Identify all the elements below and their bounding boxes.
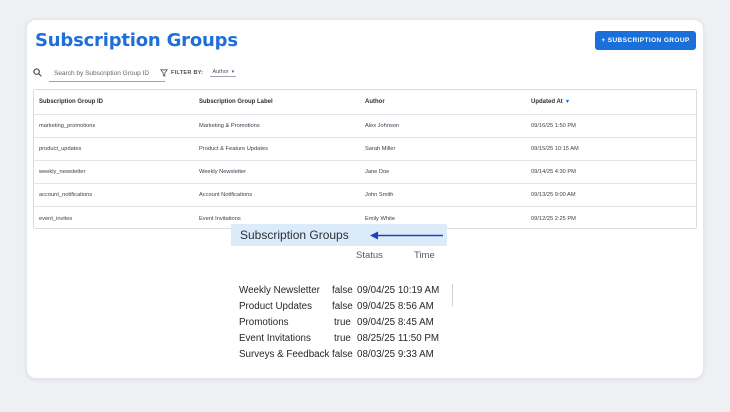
cell-author: Jane Doe: [365, 169, 390, 175]
cell-group-label: Account Notifications: [199, 192, 253, 198]
inset-item-time: 09/04/25 10:19 AM: [357, 285, 440, 296]
cell-group-id: event_invites: [39, 215, 73, 222]
funnel-icon: [160, 69, 168, 77]
inset-item-name: Surveys & Feedback: [239, 349, 330, 360]
inset-item-name: Promotions: [239, 317, 289, 328]
filter-author-select[interactable]: Author ▾: [210, 69, 237, 77]
cell-group-label: Weekly Newsletter: [199, 169, 246, 175]
inset-item-time: 08/03/25 9:33 AM: [357, 349, 434, 360]
header-updated-at[interactable]: Updated At ▼: [531, 99, 691, 105]
inset-col-status: Status: [356, 250, 383, 261]
cell-author: John Smith: [365, 192, 394, 198]
table-row[interactable]: account_notifications Account Notificati…: [34, 184, 696, 207]
cell-group-id: product_updates: [39, 146, 82, 152]
table-header: Subscription Group ID Subscription Group…: [34, 90, 696, 115]
inset-divider: [452, 284, 453, 306]
inset-item-status: false: [332, 301, 353, 312]
inset-item-time: 09/04/25 8:56 AM: [357, 301, 434, 312]
table-row[interactable]: marketing_promotions Marketing & Promoti…: [34, 115, 696, 138]
inset-item-time: 09/04/25 8:45 AM: [357, 317, 434, 328]
cell-group-id: weekly_newsletter: [39, 169, 86, 175]
search-bar: [33, 65, 165, 82]
cell-group-label: Marketing & Promotions: [199, 123, 260, 129]
inset-item-name: Event Invitations: [239, 333, 311, 344]
inset-item-name: Product Updates: [239, 301, 312, 312]
inset-item-time: 08/25/25 11:50 PM: [357, 333, 440, 344]
inset-item-status: false: [332, 285, 353, 296]
inset-item-status: false: [332, 349, 353, 360]
cell-group-id: marketing_promotions: [39, 123, 96, 129]
filter-label: FILTER BY:: [171, 70, 204, 76]
subscription-groups-table: Subscription Group ID Subscription Group…: [33, 89, 697, 229]
cell-updated-at: 09/12/25 2:25 PM: [531, 215, 576, 222]
page-title: Subscription Groups: [35, 30, 238, 51]
cell-group-id: account_notifications: [39, 192, 93, 198]
cell-group-label: Product & Feature Updates: [199, 146, 268, 152]
inset-col-time: Time: [414, 250, 435, 261]
search-icon: [33, 68, 42, 77]
inset-title-bar: Subscription Groups: [231, 224, 447, 246]
inset-item-name: Weekly Newsletter: [239, 285, 320, 296]
header-author[interactable]: Author: [365, 99, 531, 105]
table-row[interactable]: product_updates Product & Feature Update…: [34, 138, 696, 161]
inset-item-status: true: [334, 333, 351, 344]
left-arrow-icon: [370, 231, 443, 240]
header-updated-at-label: Updated At: [531, 99, 563, 105]
cell-updated-at: 09/15/25 10:15 AM: [531, 146, 579, 152]
cell-updated-at: 09/16/25 1:50 PM: [531, 123, 576, 129]
header-group-id[interactable]: Subscription Group ID: [34, 99, 199, 105]
search-input[interactable]: [49, 65, 165, 82]
filter-control: FILTER BY: Author ▾: [160, 68, 237, 78]
add-subscription-group-button[interactable]: + SUBSCRIPTION GROUP: [595, 31, 696, 50]
cell-author: Alex Johnson: [365, 123, 400, 129]
header-group-label[interactable]: Subscription Group Label: [199, 99, 365, 105]
chevron-down-icon: ▾: [231, 69, 235, 75]
cell-updated-at: 09/13/25 9:00 AM: [531, 192, 576, 198]
table-row[interactable]: weekly_newsletter Weekly Newsletter Jane…: [34, 161, 696, 184]
inset-title: Subscription Groups: [240, 228, 349, 242]
filter-value: Author: [212, 69, 229, 75]
inset-item-status: true: [334, 317, 351, 328]
cell-author: Emily White: [365, 215, 396, 222]
cell-updated-at: 09/14/25 4:30 PM: [531, 169, 576, 175]
cell-author: Sarah Miller: [365, 146, 396, 152]
sort-desc-icon: ▼: [564, 99, 571, 105]
cell-group-label: Event Invitations: [199, 215, 241, 222]
